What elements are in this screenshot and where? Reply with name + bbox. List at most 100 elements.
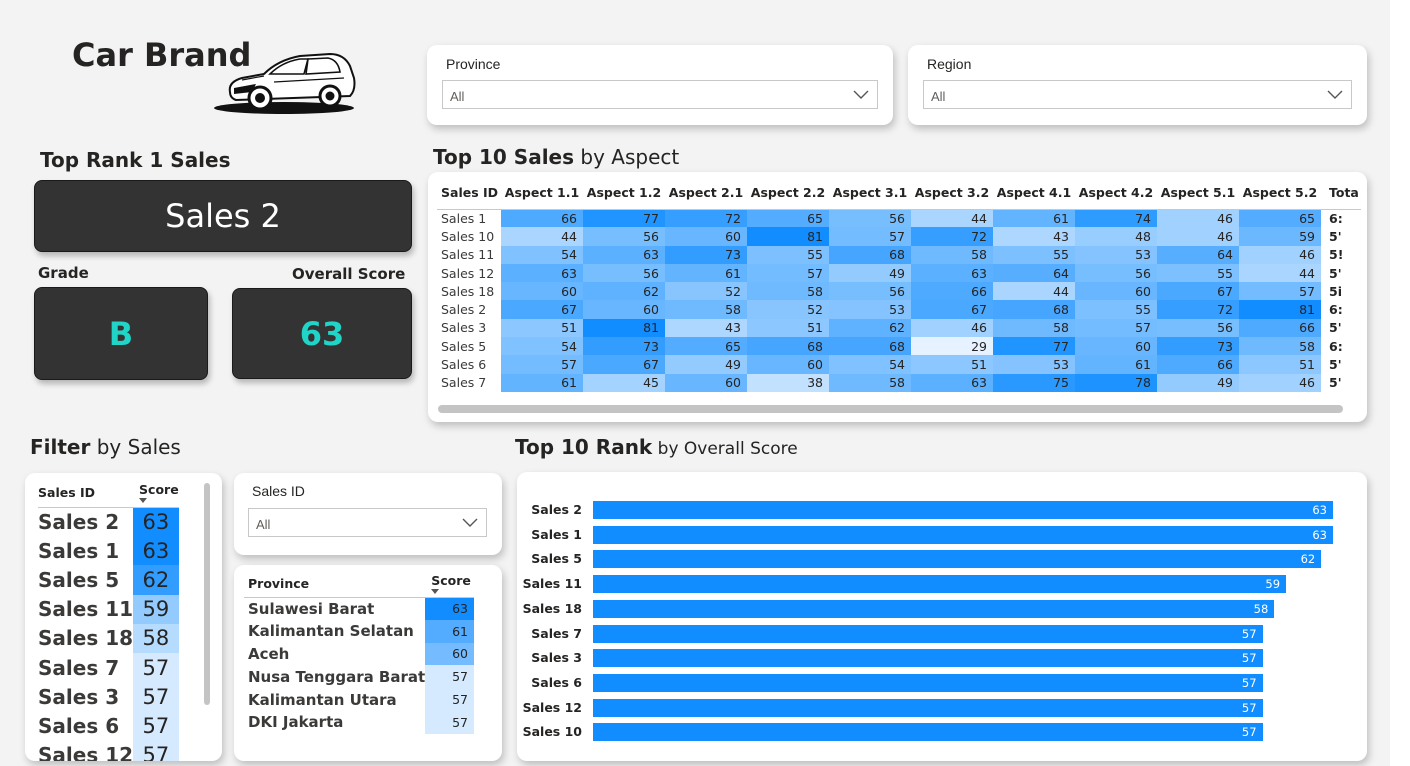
region-dropdown-value: All xyxy=(931,89,946,104)
aspect-column-header[interactable]: Aspect 5.2 xyxy=(1239,176,1321,210)
matrix-row-id: Sales 11 xyxy=(437,245,501,264)
table-row[interactable]: Sales 12 57 xyxy=(38,740,179,761)
table-row[interactable]: Sales 7 57 xyxy=(38,652,179,683)
grade-value: B xyxy=(108,314,134,353)
matrix-cell: 46 xyxy=(1239,245,1321,264)
aspect-column-header[interactable]: Aspect 2.2 xyxy=(747,176,829,210)
chevron-down-icon xyxy=(1327,90,1343,99)
matrix-row[interactable]: Sales 11 54 63 73 55 68 58 55 53 64 46 5! xyxy=(437,245,1361,264)
matrix-row[interactable]: Sales 18 60 62 52 58 56 66 44 60 67 57 5i xyxy=(437,282,1361,301)
province-dropdown[interactable]: All xyxy=(442,80,878,109)
matrix-total-cell: 5' xyxy=(1321,318,1361,338)
matrix-cell: 58 xyxy=(747,282,829,301)
matrix-cell: 56 xyxy=(1075,263,1157,283)
table-row[interactable]: DKI Jakarta 57 xyxy=(244,710,474,734)
matrix-cell: 72 xyxy=(665,209,747,228)
horizontal-scrollbar[interactable] xyxy=(438,405,1343,413)
matrix-cell: 57 xyxy=(1075,318,1157,338)
bar[interactable] xyxy=(593,624,1263,643)
bar-data-label: 57 xyxy=(1241,700,1257,715)
aspect-column-header[interactable]: Aspect 2.1 xyxy=(665,176,747,210)
table-row[interactable]: Sales 18 58 xyxy=(38,623,179,653)
table-row[interactable]: Sales 11 59 xyxy=(38,594,179,624)
matrix-total-cell: 6: xyxy=(1321,300,1361,319)
matrix-cell: 53 xyxy=(829,300,911,319)
matrix-row[interactable]: Sales 1 66 77 72 65 56 44 61 74 46 65 6: xyxy=(437,209,1361,228)
matrix-cell: 44 xyxy=(1239,263,1321,283)
matrix-row-id: Sales 10 xyxy=(437,227,501,246)
bar[interactable] xyxy=(593,649,1263,668)
province-name-cell: DKI Jakarta xyxy=(248,713,344,732)
sales-id-column-header[interactable]: Sales ID xyxy=(437,176,501,210)
score-cell: 57 xyxy=(133,740,179,761)
table-row[interactable]: Nusa Tenggara Barat 57 xyxy=(244,665,474,689)
aspect-column-header[interactable]: Aspect 1.1 xyxy=(501,176,583,210)
vertical-scrollbar[interactable] xyxy=(204,483,210,705)
aspect-column-header[interactable]: Aspect 5.1 xyxy=(1157,176,1239,210)
bar[interactable] xyxy=(593,525,1333,544)
matrix-cell: 48 xyxy=(1075,227,1157,246)
matrix-cell: 58 xyxy=(665,300,747,319)
aspect-column-header[interactable]: Tota xyxy=(1321,176,1361,210)
matrix-row[interactable]: Sales 6 57 67 49 60 54 51 53 61 66 51 5' xyxy=(437,355,1361,374)
province-name-cell: Aceh xyxy=(248,644,290,663)
bar-category-label: Sales 7 xyxy=(531,625,582,641)
province-column-header[interactable]: Province xyxy=(244,571,426,598)
matrix-cell: 44 xyxy=(501,227,583,246)
aspect-column-header[interactable]: Aspect 3.2 xyxy=(911,176,993,210)
bar[interactable] xyxy=(593,723,1263,742)
score-cell: 60 xyxy=(425,642,474,666)
aspect-matrix-card: Sales ID Aspect 1.1 Aspect 1.2 Aspect 2.1 As… xyxy=(428,172,1367,422)
matrix-row[interactable]: Sales 7 61 45 60 38 58 63 75 78 49 46 5' xyxy=(437,373,1361,392)
bar[interactable] xyxy=(593,501,1333,519)
bar[interactable] xyxy=(593,673,1263,692)
matrix-cell: 74 xyxy=(1075,209,1157,228)
aspect-column-header[interactable]: Aspect 4.2 xyxy=(1075,176,1157,210)
table-row[interactable]: Sulawesi Barat 63 xyxy=(244,597,474,620)
score-cell: 57 xyxy=(133,682,179,712)
aspect-column-header[interactable]: Aspect 1.2 xyxy=(583,176,665,210)
grade-label: Grade xyxy=(38,264,89,282)
matrix-row[interactable]: Sales 12 63 56 61 57 49 63 64 56 55 44 5' xyxy=(437,263,1361,283)
region-dropdown[interactable]: All xyxy=(923,80,1352,109)
matrix-row[interactable]: Sales 2 67 60 58 52 53 67 68 55 72 81 6: xyxy=(437,300,1361,319)
sales-id-dropdown[interactable]: All xyxy=(248,508,487,537)
bar[interactable] xyxy=(593,599,1275,618)
matrix-cell: 58 xyxy=(993,318,1075,338)
aspect-column-header[interactable]: Aspect 3.1 xyxy=(829,176,911,210)
matrix-cell: 49 xyxy=(665,355,747,374)
matrix-cell: 46 xyxy=(1157,209,1239,228)
bar-data-label: 58 xyxy=(1253,601,1269,616)
matrix-row-id: Sales 6 xyxy=(437,355,501,374)
table-row[interactable]: Aceh 60 xyxy=(244,642,474,666)
sales-name-cell: Sales 5 xyxy=(38,567,120,592)
table-row[interactable]: Sales 2 63 xyxy=(38,507,179,537)
table-row[interactable]: Sales 5 62 xyxy=(38,565,179,595)
sales-name-cell: Sales 2 xyxy=(38,509,120,534)
bar[interactable] xyxy=(593,698,1263,717)
rank-chart-card: Sales 2 63 Sales 1 63 Sales 5 62 Sales 11 59 Sal… xyxy=(517,472,1367,761)
matrix-cell: 57 xyxy=(829,227,911,246)
matrix-cell: 38 xyxy=(747,373,829,392)
matrix-row-id: Sales 12 xyxy=(437,263,501,283)
score-column-header[interactable]: Score xyxy=(133,479,179,508)
score-column-header[interactable]: Score xyxy=(425,571,474,598)
aspect-column-header[interactable]: Aspect 4.1 xyxy=(993,176,1075,210)
table-row[interactable]: Kalimantan Selatan 61 xyxy=(244,619,474,643)
province-name-cell: Nusa Tenggara Barat xyxy=(248,667,426,686)
table-row[interactable]: Sales 3 57 xyxy=(38,682,179,712)
matrix-row[interactable]: Sales 5 54 73 65 68 68 29 77 60 73 58 6: xyxy=(437,337,1361,356)
bar[interactable] xyxy=(593,550,1322,569)
matrix-cell: 46 xyxy=(911,318,993,338)
bar[interactable] xyxy=(593,575,1287,594)
table-row[interactable]: Kalimantan Utara 57 xyxy=(244,688,474,711)
matrix-row[interactable]: Sales 10 44 56 60 81 57 72 43 48 46 59 5' xyxy=(437,227,1361,246)
matrix-row[interactable]: Sales 3 51 81 43 51 62 46 58 57 56 66 5' xyxy=(437,318,1361,338)
matrix-cell: 60 xyxy=(1075,282,1157,301)
table-row[interactable]: Sales 1 63 xyxy=(38,536,179,566)
matrix-cell: 55 xyxy=(1075,300,1157,319)
matrix-cell: 54 xyxy=(501,337,583,356)
table-row[interactable]: Sales 6 57 xyxy=(38,711,179,741)
sales-id-column-header[interactable]: Sales ID xyxy=(38,479,134,508)
matrix-total-cell: 6: xyxy=(1321,337,1361,356)
